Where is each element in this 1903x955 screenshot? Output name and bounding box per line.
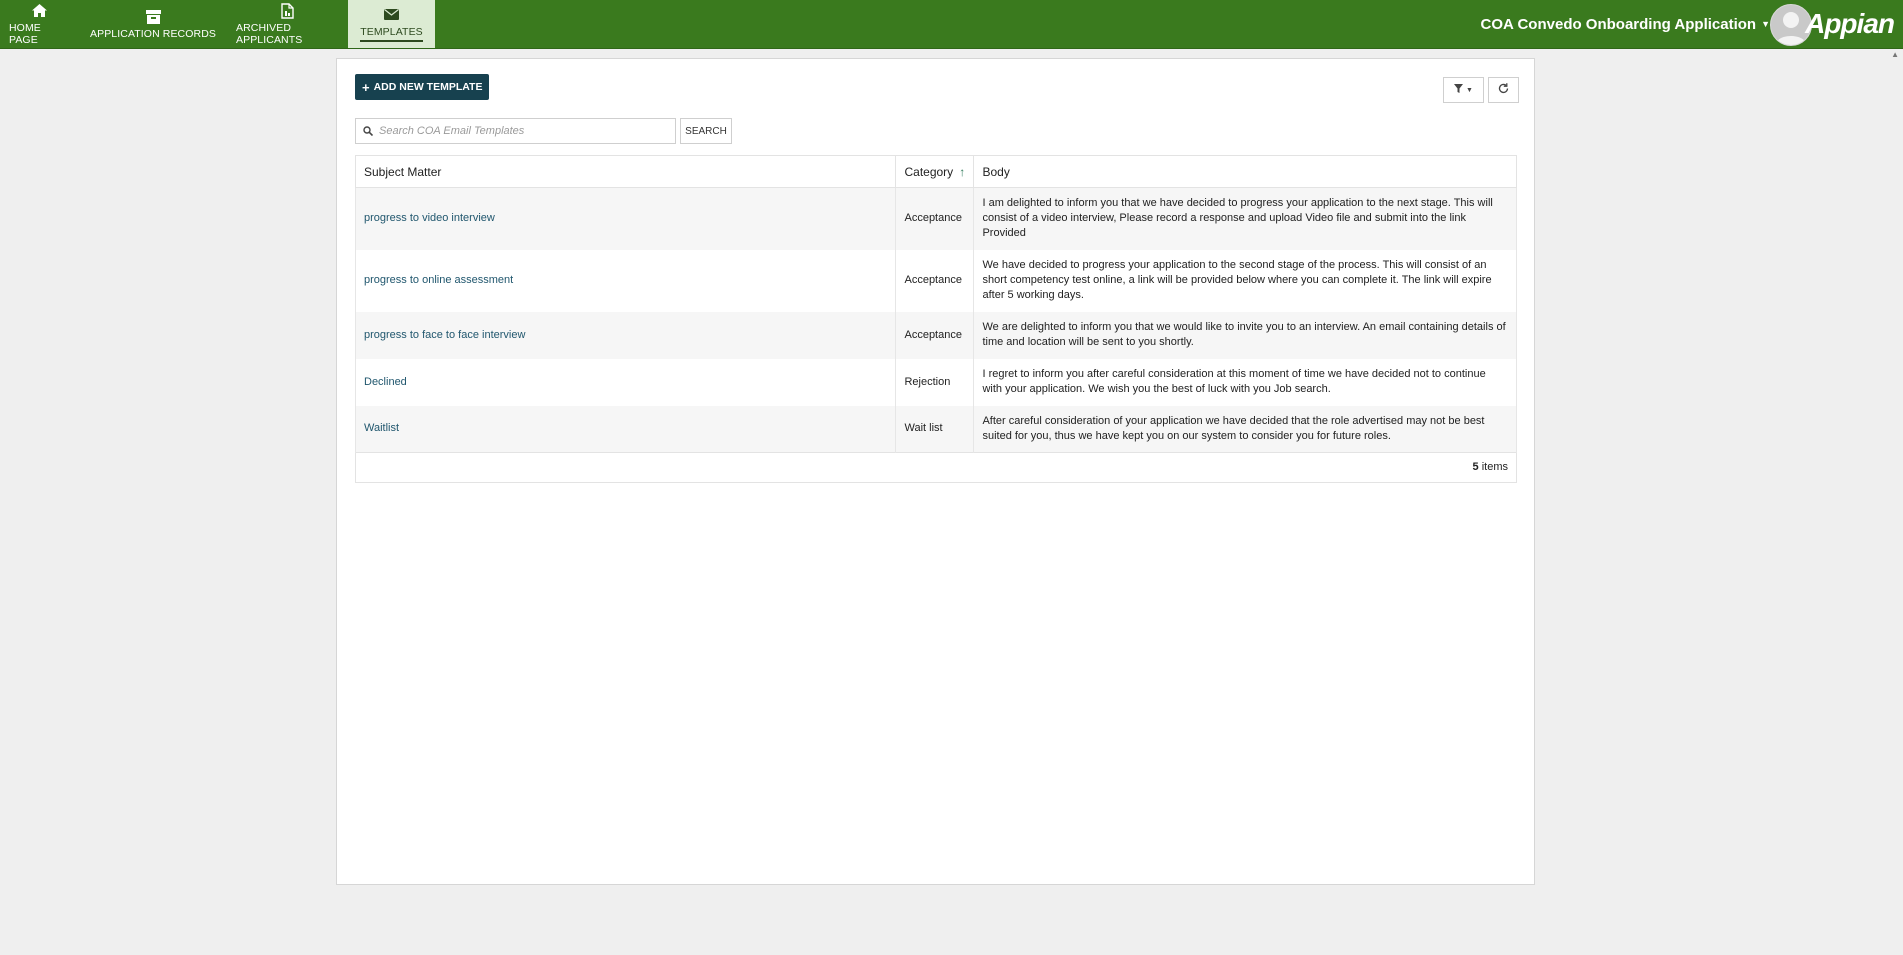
search-button[interactable]: SEARCH bbox=[680, 118, 732, 144]
grid-header-row: Subject Matter Category ↑ Body bbox=[354, 155, 1517, 188]
chevron-down-icon: ▼ bbox=[1761, 19, 1770, 29]
filter-dropdown-button[interactable]: ▼ bbox=[1443, 77, 1484, 103]
filter-icon bbox=[1454, 84, 1464, 96]
table-row: progress to face to face interview Accep… bbox=[354, 311, 1517, 359]
chevron-down-icon: ▼ bbox=[1466, 86, 1473, 94]
cell-category: Rejection bbox=[895, 358, 975, 406]
archive-box-icon bbox=[145, 9, 161, 25]
cell-body: After careful consideration of your appl… bbox=[973, 405, 1517, 453]
scroll-up-arrow-icon[interactable]: ▲ bbox=[1891, 50, 1899, 59]
cell-subject: progress to face to face interview bbox=[354, 311, 897, 359]
templates-grid: Subject Matter Category ↑ Body progress t… bbox=[354, 155, 1517, 483]
add-new-template-button[interactable]: + ADD NEW TEMPLATE bbox=[355, 74, 490, 100]
main-nav: HOME PAGE APPLICATION RECORDS ARCHIVED A… bbox=[0, 0, 435, 48]
nav-templates[interactable]: TEMPLATES bbox=[348, 0, 435, 48]
nav-label: APPLICATION RECORDS bbox=[90, 27, 216, 40]
app-name: COA Convedo Onboarding Application bbox=[1480, 15, 1757, 33]
refresh-button[interactable] bbox=[1488, 77, 1519, 103]
subject-link[interactable]: progress to video interview bbox=[364, 212, 495, 224]
nav-application-records[interactable]: APPLICATION RECORDS bbox=[79, 0, 227, 48]
item-count-number: 5 bbox=[1472, 461, 1479, 473]
column-header-label: Subject Matter bbox=[364, 164, 442, 179]
search-field bbox=[355, 118, 676, 144]
cell-body: We have decided to progress your applica… bbox=[973, 249, 1517, 312]
column-header-subject-matter[interactable]: Subject Matter bbox=[354, 155, 897, 188]
plus-icon: + bbox=[362, 79, 370, 95]
column-header-category[interactable]: Category ↑ bbox=[895, 155, 975, 188]
column-header-label: Category bbox=[904, 164, 954, 179]
document-icon bbox=[281, 2, 294, 19]
cell-subject: progress to online assessment bbox=[354, 249, 897, 312]
cell-subject: Declined bbox=[354, 358, 897, 406]
top-navigation-bar: HOME PAGE APPLICATION RECORDS ARCHIVED A… bbox=[0, 0, 1903, 49]
cell-subject: Waitlist bbox=[354, 405, 897, 453]
cell-category: Acceptance bbox=[895, 249, 975, 312]
templates-card: + ADD NEW TEMPLATE ▼ SEARCH Subject Matt… bbox=[336, 58, 1535, 885]
table-row: progress to online assessment Acceptance… bbox=[354, 249, 1517, 312]
application-switcher[interactable]: COA Convedo Onboarding Application ▼ bbox=[1481, 0, 1770, 48]
nav-home-page[interactable]: HOME PAGE bbox=[0, 0, 79, 48]
cell-category: Wait list bbox=[895, 405, 975, 453]
cell-subject: progress to video interview bbox=[354, 187, 897, 250]
item-count: 5 items bbox=[355, 452, 1517, 483]
subject-link[interactable]: progress to face to face interview bbox=[364, 329, 525, 341]
home-icon bbox=[32, 3, 47, 19]
cell-body: We are delighted to inform you that we w… bbox=[973, 311, 1517, 359]
nav-label: ARCHIVED APPLICANTS bbox=[236, 21, 303, 46]
nav-label: TEMPLATES bbox=[360, 26, 423, 42]
subject-link[interactable]: Declined bbox=[364, 376, 407, 388]
table-row: progress to video interview Acceptance I… bbox=[354, 187, 1517, 250]
item-count-suffix: items bbox=[1481, 461, 1508, 473]
cell-category: Acceptance bbox=[895, 311, 975, 359]
subject-link[interactable]: Waitlist bbox=[364, 422, 399, 434]
grid-footer-row: 5 items bbox=[355, 452, 1517, 483]
table-row: Declined Rejection I regret to inform yo… bbox=[354, 358, 1517, 406]
refresh-icon bbox=[1498, 83, 1509, 97]
cell-body: I am delighted to inform you that we hav… bbox=[973, 187, 1517, 250]
nav-archived-applicants[interactable]: ARCHIVED APPLICANTS bbox=[227, 0, 348, 48]
search-icon bbox=[359, 126, 377, 136]
cell-category: Acceptance bbox=[895, 187, 975, 250]
column-header-body[interactable]: Body bbox=[973, 155, 1517, 188]
search-input[interactable] bbox=[377, 124, 671, 138]
add-button-label: ADD NEW TEMPLATE bbox=[373, 81, 483, 93]
table-row: Waitlist Wait list After careful conside… bbox=[354, 405, 1517, 453]
subject-link[interactable]: progress to online assessment bbox=[364, 274, 513, 286]
envelope-icon bbox=[384, 7, 399, 23]
appian-logo: Appian bbox=[1805, 8, 1895, 39]
cell-body: I regret to inform you after careful con… bbox=[973, 358, 1517, 406]
nav-label: HOME PAGE bbox=[9, 21, 41, 46]
column-header-label: Body bbox=[982, 164, 1010, 179]
sort-ascending-icon: ↑ bbox=[959, 164, 966, 179]
